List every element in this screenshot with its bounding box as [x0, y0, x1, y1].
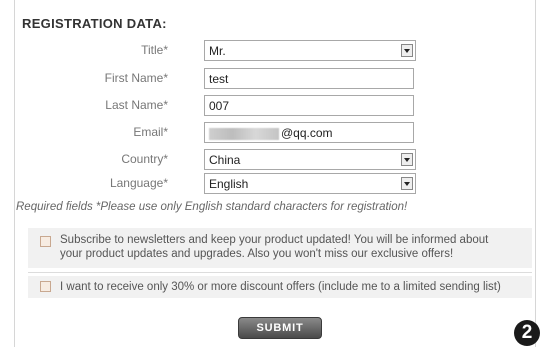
- country-select[interactable]: China: [204, 149, 416, 170]
- last-name-input[interactable]: 007: [204, 95, 414, 116]
- discount-checkbox[interactable]: [40, 281, 51, 292]
- newsletter-checkbox[interactable]: [40, 236, 51, 247]
- chevron-down-icon[interactable]: [401, 153, 413, 166]
- email-label: Email*: [133, 125, 168, 139]
- submit-button[interactable]: SUBMIT: [238, 317, 322, 339]
- discount-text: I want to receive only 30% or more disco…: [60, 281, 501, 293]
- discount-option: I want to receive only 30% or more disco…: [28, 276, 532, 298]
- title-select[interactable]: Mr.: [204, 40, 416, 61]
- country-label: Country*: [121, 152, 168, 166]
- chevron-down-icon[interactable]: [401, 44, 413, 57]
- first-name-label: First Name*: [104, 71, 168, 85]
- title-label: Title*: [141, 43, 168, 57]
- country-value: China: [209, 153, 241, 167]
- first-name-value: test: [209, 72, 229, 86]
- last-name-value: 007: [209, 99, 230, 113]
- blurred-email-username: [209, 127, 279, 140]
- chevron-down-icon[interactable]: [401, 177, 413, 190]
- language-label: Language*: [109, 176, 168, 190]
- title-row: Title* Mr.: [0, 40, 542, 62]
- email-input[interactable]: @qq.com: [204, 122, 414, 143]
- email-domain: @qq.com: [281, 126, 333, 140]
- required-fields-note: Required fields *Please use only English…: [16, 201, 408, 213]
- first-name-row: First Name* test: [0, 68, 542, 90]
- last-name-label: Last Name*: [105, 98, 168, 112]
- step-number-badge: 2: [514, 320, 540, 346]
- newsletter-text-line-2: your product updates and upgrades. Also …: [60, 248, 454, 260]
- newsletter-text-line-1: Subscribe to newsletters and keep your p…: [60, 234, 489, 246]
- first-name-input[interactable]: test: [204, 68, 414, 89]
- section-title: REGISTRATION DATA:: [22, 16, 167, 31]
- country-row: Country* China: [0, 149, 542, 171]
- language-row: Language* English: [0, 173, 542, 195]
- language-select[interactable]: English: [204, 173, 416, 194]
- email-row: Email* @qq.com: [0, 122, 542, 144]
- divider: [28, 272, 532, 273]
- language-value: English: [209, 177, 249, 191]
- title-value: Mr.: [209, 44, 226, 58]
- newsletter-option: Subscribe to newsletters and keep your p…: [28, 228, 532, 268]
- last-name-row: Last Name* 007: [0, 95, 542, 117]
